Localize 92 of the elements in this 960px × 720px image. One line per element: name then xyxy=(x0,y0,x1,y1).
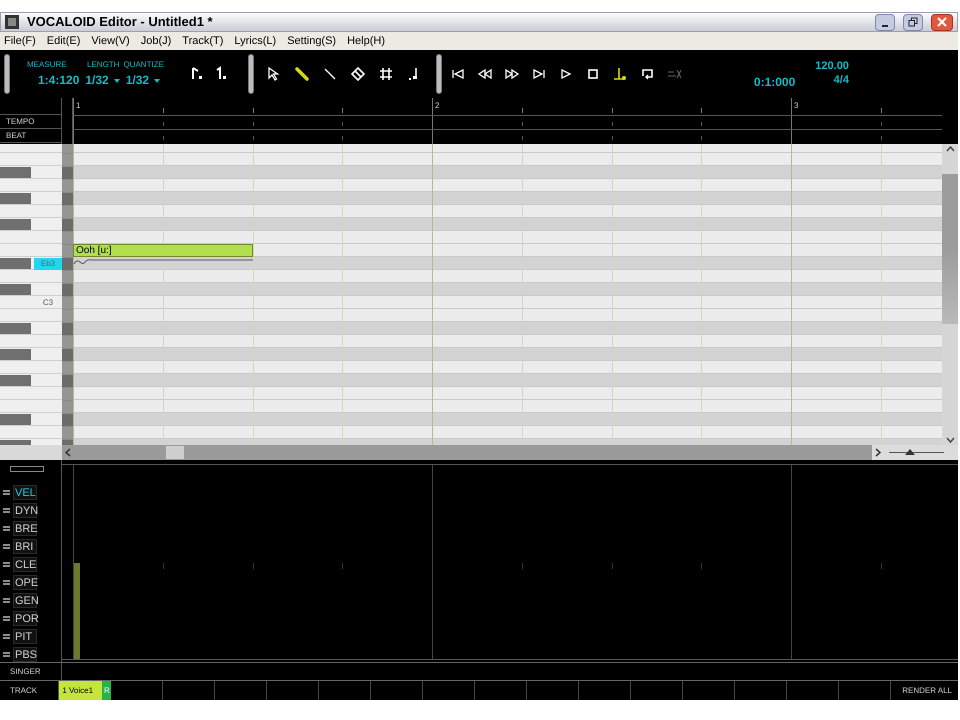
measure-number: 2 xyxy=(435,100,440,112)
pencil-icon xyxy=(294,66,310,82)
control-tab[interactable]: CLE xyxy=(13,557,37,572)
arrow-icon xyxy=(266,66,282,82)
restore-button[interactable] xyxy=(903,14,923,30)
scroll-up-icon xyxy=(946,146,954,152)
skip-end-icon xyxy=(530,66,547,82)
toolbar-button[interactable] xyxy=(476,66,493,82)
vertical-scrollbar[interactable] xyxy=(942,144,958,445)
drag-handle-icon xyxy=(3,580,10,585)
control-tab[interactable]: PBS xyxy=(13,647,37,662)
drag-handle-icon xyxy=(3,490,10,495)
minimize-button[interactable] xyxy=(875,14,895,30)
toolbar-button[interactable] xyxy=(450,66,466,82)
drag-handle-icon xyxy=(3,616,10,621)
toolbar-grip[interactable] xyxy=(436,54,442,94)
scroll-thumb[interactable] xyxy=(942,174,958,324)
menu-item[interactable]: File(F) xyxy=(4,32,36,50)
zoom-slider[interactable] xyxy=(889,447,944,458)
menu-item[interactable]: Job(J) xyxy=(140,32,172,50)
ruler-row-label: TEMPO xyxy=(6,116,34,128)
fast-forward-icon xyxy=(504,66,520,82)
dropdown-icon xyxy=(154,78,160,82)
close-button[interactable] xyxy=(931,14,953,30)
length-label: LENGTH xyxy=(87,60,120,70)
control-tab[interactable]: GEN xyxy=(13,593,37,608)
skip-start-icon xyxy=(450,66,466,82)
toolbar-grip[interactable] xyxy=(4,54,10,94)
toolbar-button[interactable] xyxy=(612,66,628,82)
track-tab[interactable]: 1 Voice1 xyxy=(59,681,102,700)
dropdown-icon xyxy=(114,78,120,82)
measure-number: 1 xyxy=(76,100,80,112)
scroll-left-icon xyxy=(65,448,71,457)
grid-icon xyxy=(378,66,394,82)
app-icon xyxy=(5,15,19,29)
close-icon xyxy=(937,17,947,27)
drag-handle-icon xyxy=(3,652,10,657)
time-signature-display: 4/4 xyxy=(834,74,849,88)
scrollbar-corner xyxy=(0,445,62,460)
follow-icon xyxy=(612,66,628,82)
menu-item[interactable]: Edit(E) xyxy=(46,32,80,50)
horizontal-scrollbar[interactable] xyxy=(62,445,872,460)
drag-handle-icon xyxy=(3,634,10,639)
drag-handle-icon xyxy=(3,508,10,513)
render-all-button[interactable]: RENDER ALL xyxy=(891,681,958,700)
measure-number: 3 xyxy=(794,100,798,112)
menu-item[interactable]: Track(T) xyxy=(182,32,224,50)
control-tab[interactable]: BRE xyxy=(13,521,37,536)
toolbar-button[interactable] xyxy=(294,66,310,82)
rewind-icon xyxy=(476,66,493,82)
drag-handle-icon xyxy=(3,526,10,531)
minimize-icon xyxy=(882,24,888,26)
key-label: C3 xyxy=(42,297,54,309)
zoom-slider-thumb[interactable] xyxy=(904,449,915,455)
window-title: VOCALOID Editor - Untitled1 * xyxy=(27,13,213,32)
quantize-dropdown[interactable]: 1/32 xyxy=(126,73,160,88)
length-dropdown[interactable]: 1/32 xyxy=(85,73,120,88)
menu-item[interactable]: Setting(S) xyxy=(287,32,336,50)
scroll-thumb[interactable] xyxy=(166,446,184,459)
control-tab[interactable]: BRI xyxy=(13,539,37,554)
position-display: 0:1:000 xyxy=(754,74,796,91)
control-tab[interactable]: POR xyxy=(13,611,37,626)
menu-item[interactable]: Help(H) xyxy=(347,32,386,50)
control-tab[interactable]: DYN xyxy=(13,503,37,518)
note-grid[interactable]: Ooh [u:] xyxy=(73,144,942,445)
eraser-icon xyxy=(350,66,366,82)
toolbar-button[interactable] xyxy=(504,66,520,82)
scroll-down-icon xyxy=(946,437,954,443)
control-tab[interactable]: VEL xyxy=(13,485,37,500)
note-block[interactable]: Ooh [u:] xyxy=(73,244,253,257)
drag-handle-icon xyxy=(3,562,10,567)
scroll-right-icon xyxy=(875,448,881,457)
quantize-label: QUANTIZE xyxy=(123,60,164,70)
drag-handle-icon xyxy=(3,598,10,603)
control-value-field[interactable] xyxy=(10,466,44,472)
line-icon xyxy=(322,66,338,82)
measure-label: MEASURE xyxy=(27,60,68,70)
restore-icon xyxy=(908,17,918,27)
toolbar-button[interactable] xyxy=(530,66,547,82)
drag-handle-icon xyxy=(3,544,10,549)
menu-item[interactable]: Lyrics(L) xyxy=(234,32,276,50)
menu-item[interactable]: View(V) xyxy=(91,32,130,50)
toolbar-grip[interactable] xyxy=(248,54,254,94)
ruler-row-label: BEAT xyxy=(6,130,26,142)
toolbar-button[interactable] xyxy=(322,66,338,82)
tempo-display: 120.00 xyxy=(815,60,849,74)
timeline-ruler[interactable]: 1 2 3 xyxy=(73,98,942,144)
toolbar-button[interactable] xyxy=(266,66,282,82)
key-label: Eb3 xyxy=(34,258,62,270)
measure-value: 1:4:120 xyxy=(38,73,80,88)
control-tab[interactable]: PIT xyxy=(13,629,37,644)
control-tab[interactable]: OPE xyxy=(13,575,37,590)
